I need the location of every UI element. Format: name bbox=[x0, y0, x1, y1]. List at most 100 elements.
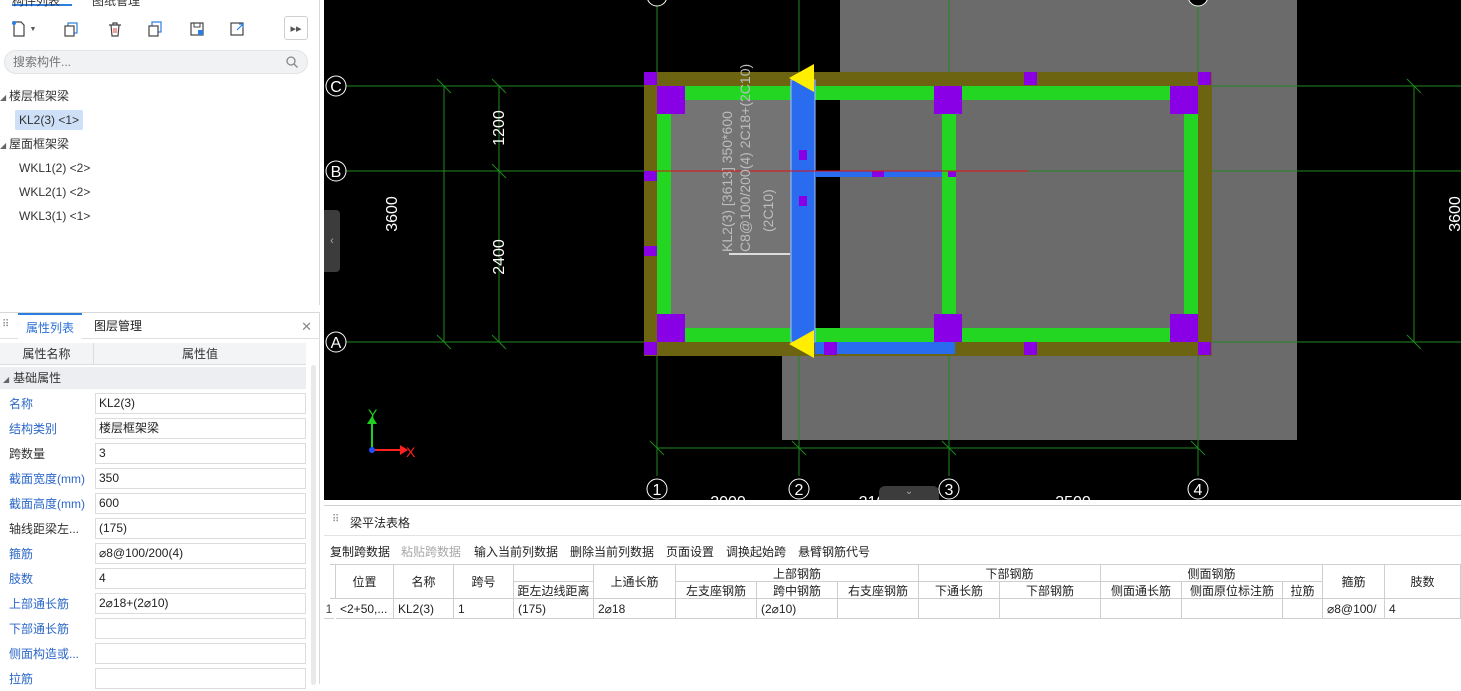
property-value-field[interactable]: KL2(3) bbox=[95, 393, 306, 414]
property-value-field[interactable]: 4 bbox=[95, 568, 306, 589]
property-section-basic[interactable]: ◢ 基础属性 bbox=[0, 367, 306, 389]
cell-mid-span[interactable]: (2⌀10) bbox=[757, 599, 838, 619]
collapse-left-panel-handle[interactable]: ‹ bbox=[324, 210, 340, 272]
cell-top-through[interactable]: 2⌀18 bbox=[594, 599, 676, 619]
table-action-button[interactable]: 调换起始跨 bbox=[726, 543, 786, 560]
trash-icon bbox=[109, 22, 121, 37]
property-name: 轴线距梁左... bbox=[9, 522, 80, 536]
close-icon[interactable]: ✕ bbox=[301, 319, 312, 335]
tab-property-list[interactable]: 属性列表 bbox=[18, 313, 83, 339]
property-name: 截面高度(mm) bbox=[9, 497, 85, 511]
col-side-through: 侧面通长筋 bbox=[1101, 582, 1182, 599]
cell-left-support[interactable] bbox=[676, 599, 757, 619]
cell-position[interactable]: <2+50,... bbox=[336, 599, 394, 619]
property-value-field[interactable] bbox=[95, 618, 306, 639]
more-tools-button[interactable]: ▸▸ bbox=[284, 16, 308, 40]
drawing-canvas[interactable]: C B A 1 2 3 4 3600 1200 2400 3600 2000 2… bbox=[324, 0, 1461, 500]
copy-to-floor-button[interactable] bbox=[142, 16, 168, 42]
property-value-field[interactable]: 600 bbox=[95, 493, 306, 514]
col-edge-dist: 距左边线距离 bbox=[514, 582, 594, 599]
col-left-support: 左支座钢筋 bbox=[676, 582, 757, 599]
tree-group-floor-frame-beam[interactable]: ◢ 楼层框架梁 bbox=[0, 86, 69, 106]
property-value-field[interactable] bbox=[95, 668, 306, 689]
column-property-value: 属性值 bbox=[181, 347, 218, 361]
cell-legs[interactable]: 4 bbox=[1385, 599, 1461, 619]
axis-label-3: 3 bbox=[945, 482, 954, 499]
property-panel: ⠿ 属性列表 图层管理 ✕ 属性名称 属性值 ◢ 基础属性 名称 KL2(3) 结构类… bbox=[0, 312, 320, 689]
tab-layer-management[interactable]: 图层管理 bbox=[86, 313, 150, 339]
tree-item-kl2[interactable]: KL2(3) <1> bbox=[15, 110, 84, 130]
search-icon[interactable] bbox=[285, 55, 299, 69]
property-value-field[interactable]: 3 bbox=[95, 443, 306, 464]
table-action-button[interactable]: 输入当前列数据 bbox=[474, 543, 558, 560]
col-edge-dist-top bbox=[514, 565, 594, 582]
new-component-button[interactable]: ▼ bbox=[6, 16, 40, 42]
property-value-field[interactable]: ⌀8@100/200(4) bbox=[95, 543, 306, 564]
table-action-button[interactable]: 删除当前列数据 bbox=[570, 543, 654, 560]
tab-drawing-management[interactable]: 图纸管理 bbox=[92, 0, 152, 8]
property-name: 名称 bbox=[9, 397, 34, 411]
caret-down-icon: ◢ bbox=[0, 141, 7, 150]
dim-left-top: 1200 bbox=[491, 110, 508, 146]
section-label: 基础属性 bbox=[13, 371, 62, 385]
tab-component-list[interactable]: 构件列表 bbox=[12, 0, 72, 8]
save-template-button[interactable] bbox=[184, 16, 210, 42]
cell-stirrup[interactable]: ⌀8@100/ bbox=[1323, 599, 1385, 619]
delete-component-button[interactable] bbox=[102, 16, 128, 42]
beam-annotation-line-2: C8@100/200(4) 2C18+(2C10) bbox=[737, 64, 753, 252]
drag-grip-icon[interactable]: ⠿ bbox=[332, 514, 339, 525]
table-action-button[interactable]: 悬臂钢筋代号 bbox=[798, 543, 870, 560]
cell-bottom-bars[interactable] bbox=[1000, 599, 1101, 619]
property-row: 上部通长筋 2⌀18+(2⌀10) bbox=[0, 591, 306, 616]
component-search-box[interactable] bbox=[4, 50, 308, 74]
table-action-button[interactable]: 复制跨数据 bbox=[330, 543, 390, 560]
cell-right-support[interactable] bbox=[838, 599, 919, 619]
cell-side-original[interactable] bbox=[1182, 599, 1283, 619]
cell-edge-dist[interactable]: (175) bbox=[514, 599, 594, 619]
property-name: 跨数量 bbox=[9, 447, 46, 461]
col-right-support: 右支座钢筋 bbox=[838, 582, 919, 599]
property-row: 下部通长筋 bbox=[0, 616, 306, 641]
slab-lower[interactable] bbox=[840, 355, 1297, 440]
tree-group-roof-frame-beam[interactable]: ◢ 屋面框架梁 bbox=[0, 134, 69, 154]
tree-item-wkl1[interactable]: WKL1(2) <2> bbox=[15, 158, 94, 178]
dim-bottom-1: 2000 bbox=[710, 494, 746, 500]
property-row: 侧面构造或... bbox=[0, 641, 306, 666]
cad-drawing[interactable]: C B A 1 2 3 4 3600 1200 2400 3600 2000 2… bbox=[324, 0, 1461, 500]
tree-item-wkl3[interactable]: WKL3(1) <1> bbox=[15, 206, 94, 226]
chevron-down-icon: ⌄ bbox=[904, 486, 914, 497]
tree-item-wkl2[interactable]: WKL2(1) <2> bbox=[15, 182, 94, 202]
col-position: 位置 bbox=[336, 565, 394, 599]
export-button[interactable] bbox=[224, 16, 250, 42]
dim-bottom-3: 3500 bbox=[1055, 494, 1091, 500]
property-value-field[interactable] bbox=[95, 643, 306, 664]
property-name: 结构类别 bbox=[9, 422, 58, 436]
cell-span[interactable]: 1 bbox=[454, 599, 514, 619]
property-row: 肢数 4 bbox=[0, 566, 306, 591]
property-row: 拉筋 bbox=[0, 666, 306, 691]
drag-grip-icon[interactable]: ⠿ bbox=[2, 319, 9, 330]
property-value-field[interactable]: 350 bbox=[95, 468, 306, 489]
search-input[interactable] bbox=[13, 54, 273, 70]
tree-group-label: 楼层框架梁 bbox=[9, 89, 70, 103]
double-chevron-right-icon: ▸▸ bbox=[290, 22, 302, 35]
property-name: 肢数 bbox=[9, 572, 34, 586]
cell-tie[interactable] bbox=[1283, 599, 1323, 619]
col-lower-group: 下部钢筋 bbox=[919, 565, 1101, 582]
collapse-bottom-panel-handle[interactable]: ⌄ bbox=[879, 486, 939, 500]
property-value-field[interactable]: (175) bbox=[95, 518, 306, 539]
table-action-button[interactable]: 页面设置 bbox=[666, 543, 714, 560]
cell-bottom-through[interactable] bbox=[919, 599, 1000, 619]
property-value-field[interactable]: 2⌀18+(2⌀10) bbox=[95, 593, 306, 614]
property-name: 上部通长筋 bbox=[9, 597, 70, 611]
row-number: 1 bbox=[324, 599, 334, 619]
property-row: 箍筋 ⌀8@100/200(4) bbox=[0, 541, 306, 566]
property-value-field[interactable]: 楼层框架梁 bbox=[95, 418, 306, 439]
cell-side-through[interactable] bbox=[1101, 599, 1182, 619]
property-scrollbar[interactable] bbox=[311, 365, 316, 685]
beam-table-actions: 复制跨数据 粘贴跨数据 输入当前列数据 删除当前列数据 页面设置 调换起始跨 悬臂钢筋代号 bbox=[324, 540, 1461, 562]
copy-component-button[interactable] bbox=[58, 16, 84, 42]
beam-table-title: 梁平法表格 bbox=[350, 516, 411, 530]
cell-name[interactable]: KL2(3) bbox=[394, 599, 454, 619]
copy-icon bbox=[64, 22, 78, 37]
